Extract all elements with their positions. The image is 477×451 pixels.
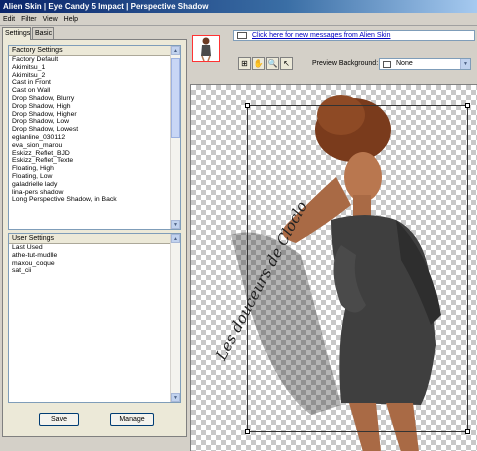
scroll-down-icon[interactable]: ▼ [171,393,180,402]
list-item[interactable]: Floating, Low [9,173,180,181]
tab-settings[interactable]: Settings [2,27,31,40]
list-item[interactable]: Akimitsu_1 [9,64,180,72]
factory-settings-list[interactable]: Factory Settings Factory Default Akimitsu… [8,45,181,230]
save-button[interactable]: Save [39,413,79,426]
list-item[interactable]: lina-pers shadow [9,189,180,197]
resize-handle[interactable] [465,103,470,108]
user-items: Last Used athe-tut-mudlle maxou_coque sat_c… [9,244,180,275]
zoom-tool-icon[interactable]: 🔍 [266,57,279,70]
messages-link[interactable]: Click here for new messages from Alien S… [233,30,475,41]
chevron-down-icon[interactable]: ▼ [460,59,470,69]
list-item[interactable]: sat_cii [9,267,180,275]
menu-bar: Edit Filter View Help [0,13,477,26]
list-item[interactable]: Long Perspective Shadow, in Back [9,196,180,204]
menu-edit[interactable]: Edit [0,13,18,26]
factory-scrollbar[interactable]: ▲ ▼ [170,46,180,229]
user-settings-list[interactable]: User Settings Last Used athe-tut-mudlle ma… [8,233,181,403]
list-item[interactable]: Eskizz_Reflet_BJD [9,150,180,158]
list-item[interactable]: Drop Shadow, Blurry [9,95,180,103]
preview-background-select[interactable]: None ▼ [379,58,471,70]
fit-view-icon[interactable]: ⊞ [238,57,251,70]
scroll-thumb[interactable] [171,58,180,138]
preview-background-label: Preview Background: [312,60,379,67]
settings-panel: Factory Settings Factory Default Akimitsu… [2,39,187,437]
list-item[interactable]: Drop Shadow, Low [9,118,180,126]
resize-handle[interactable] [465,429,470,434]
user-settings-header: User Settings [9,234,180,244]
list-item[interactable]: Akimitsu_2 [9,72,180,80]
manage-button[interactable]: Manage [110,413,154,426]
list-item[interactable]: maxou_coque [9,260,180,268]
list-item[interactable]: Eskizz_Reflet_Texte [9,157,180,165]
list-item[interactable]: Last Used [9,244,180,252]
preview-toolbar-area: Click here for new messages from Alien S… [190,28,477,82]
scroll-up-icon[interactable]: ▲ [171,46,180,55]
scroll-down-icon[interactable]: ▼ [171,220,180,229]
preview-canvas[interactable]: Les douceurs de Cloclo [190,84,477,451]
list-item[interactable]: eglanline_030112 [9,134,180,142]
scroll-up-icon[interactable]: ▲ [171,234,180,243]
hand-tool-icon[interactable]: ✋ [252,57,265,70]
list-item[interactable]: galadrielle lady [9,181,180,189]
tab-basic[interactable]: Basic [32,27,54,39]
list-item[interactable]: Floating, High [9,165,180,173]
resize-handle[interactable] [245,103,250,108]
preview-background-value: None [396,60,413,67]
message-icon [237,32,247,39]
menu-help[interactable]: Help [61,13,81,26]
list-item[interactable]: Drop Shadow, High [9,103,180,111]
list-item[interactable]: Factory Default [9,56,180,64]
window-title: Alien Skin | Eye Candy 5 Impact | Perspe… [0,0,477,13]
list-item[interactable]: eva_sion_marou [9,142,180,150]
user-scrollbar[interactable]: ▲ ▼ [170,234,180,402]
list-item[interactable]: Cast in Front [9,79,180,87]
list-item[interactable]: Cast on Wall [9,87,180,95]
list-item[interactable]: Drop Shadow, Lowest [9,126,180,134]
list-item[interactable]: Drop Shadow, Higher [9,111,180,119]
menu-view[interactable]: View [40,13,61,26]
resize-handle[interactable] [245,429,250,434]
background-swatch [383,61,391,68]
navigator-thumbnail[interactable] [192,35,220,62]
thumbnail-figure-icon [201,37,211,62]
list-item[interactable]: athe-tut-mudlle [9,252,180,260]
pointer-tool-icon[interactable]: ↖ [280,57,293,70]
menu-filter[interactable]: Filter [18,13,40,26]
factory-items: Factory Default Akimitsu_1 Akimitsu_2 Cast … [9,56,180,204]
selection-frame[interactable] [245,103,470,434]
factory-settings-header: Factory Settings [9,46,180,56]
